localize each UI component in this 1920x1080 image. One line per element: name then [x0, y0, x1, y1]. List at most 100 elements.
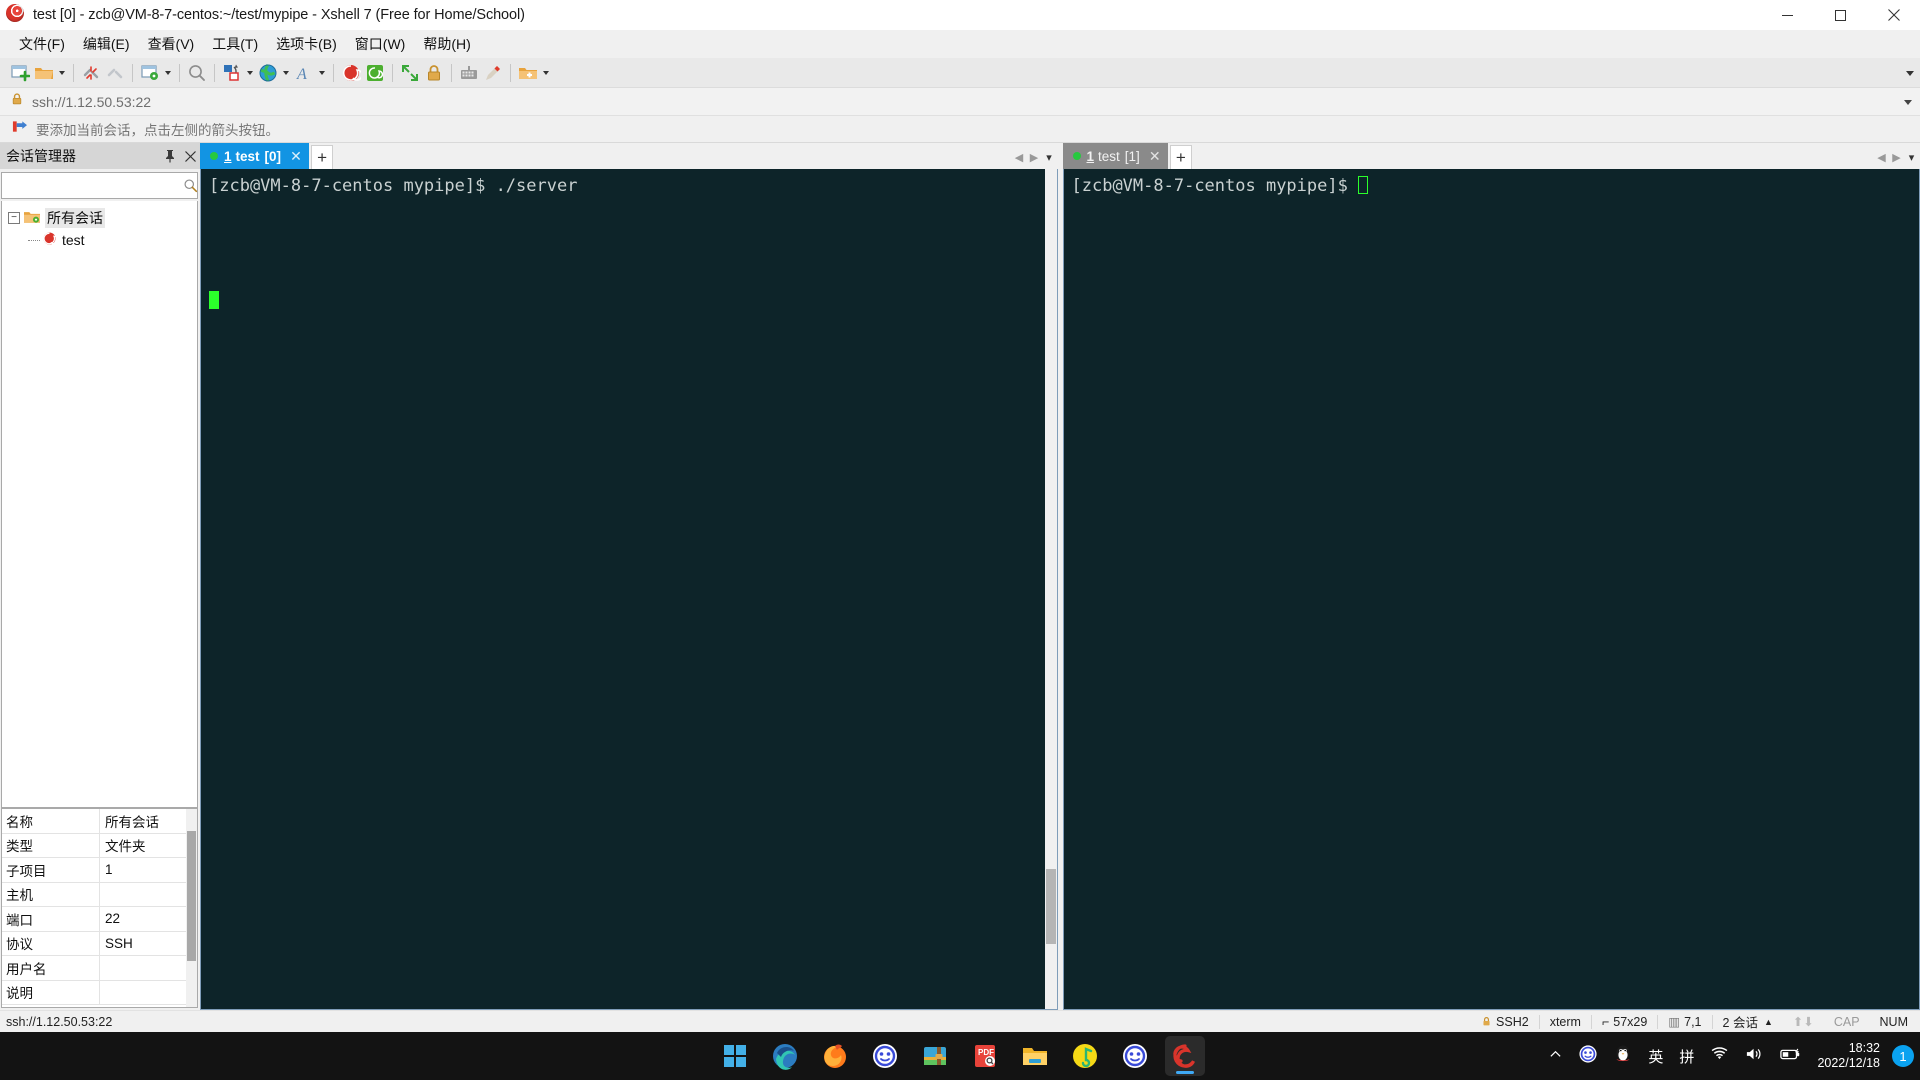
status-cursor-position[interactable]: ▥ 7,1: [1658, 1014, 1711, 1030]
status-session-count[interactable]: 2 会话 ▲: [1713, 1012, 1783, 1031]
taskbar-pdf-reader[interactable]: PDF: [965, 1036, 1005, 1076]
session-search[interactable]: [1, 172, 198, 199]
add-folder-dropdown-caret[interactable]: [540, 61, 552, 85]
toolbar-overflow-chevron-down-icon[interactable]: [1906, 58, 1914, 88]
tray-volume[interactable]: [1738, 1032, 1771, 1080]
fullscreen-icon[interactable]: [398, 61, 422, 85]
tab-scroll-left-icon[interactable]: ◀: [1013, 148, 1026, 166]
close-icon[interactable]: ✕: [287, 147, 305, 165]
keyboard-icon[interactable]: [457, 61, 481, 85]
tray-wifi[interactable]: [1703, 1032, 1736, 1080]
tray-show-hidden[interactable]: [1542, 1032, 1569, 1080]
xftp-icon[interactable]: [363, 61, 387, 85]
scrollbar-thumb[interactable]: [187, 831, 196, 961]
search-icon[interactable]: [183, 178, 198, 193]
tab-scroll-right-icon[interactable]: ▶: [1890, 148, 1903, 166]
globe-icon[interactable]: [256, 61, 280, 85]
circle-face-icon: [1578, 1044, 1598, 1068]
highlight-icon[interactable]: [481, 61, 505, 85]
tab-scroll-right-icon[interactable]: ▶: [1028, 148, 1041, 166]
disconnect-icon[interactable]: [79, 61, 103, 85]
transfer-file-dropdown-caret[interactable]: [244, 61, 256, 85]
menu-file[interactable]: 文件(F): [10, 30, 74, 58]
lock-icon[interactable]: [422, 61, 446, 85]
system-tray: 英 拼 18:32 2022/12/18 1: [1542, 1032, 1920, 1080]
globe-dropdown-caret[interactable]: [280, 61, 292, 85]
session-tree[interactable]: − 所有会话 test: [1, 201, 198, 808]
menu-view[interactable]: 查看(V): [139, 30, 204, 58]
close-button[interactable]: [1867, 0, 1920, 30]
chevron-up-icon[interactable]: ▲: [1764, 1017, 1773, 1027]
tree-item-label: 所有会话: [45, 208, 105, 228]
tree-item-test[interactable]: test: [2, 229, 197, 251]
taskbar-clock[interactable]: 18:32 2022/12/18: [1811, 1041, 1888, 1071]
status-session-label: 2 会话: [1722, 1016, 1758, 1030]
tray-ime-lang[interactable]: 英: [1641, 1032, 1670, 1080]
menu-tabs[interactable]: 选项卡(B): [267, 30, 346, 58]
address-chevron-down-icon[interactable]: [1904, 88, 1912, 116]
taskbar: PDF 英 拼 18:32 2022/12/18 1: [0, 1032, 1920, 1080]
terminal-pane-1: 1 test [1] ✕ + ◀ ▶ ▾ [zcb@VM-8-7-centos …: [1062, 143, 1920, 1010]
search-icon[interactable]: [185, 61, 209, 85]
terminal-scrollbar-0[interactable]: [1044, 169, 1057, 1009]
tab-scroll-left-icon[interactable]: ◀: [1875, 148, 1888, 166]
tab-test-1[interactable]: 1 test [1] ✕: [1062, 143, 1168, 169]
terminal-prompt: [zcb@VM-8-7-centos mypipe]$: [1071, 176, 1359, 196]
taskbar-xshell[interactable]: [1165, 1036, 1205, 1076]
tray-qq[interactable]: [1607, 1032, 1639, 1080]
status-terminal-size[interactable]: ⌐ 57x29: [1592, 1015, 1657, 1029]
pin-icon[interactable]: [160, 145, 180, 167]
status-protocol[interactable]: SSH2: [1471, 1015, 1539, 1029]
tray-browser[interactable]: [1571, 1032, 1605, 1080]
address-input[interactable]: ssh://1.12.50.53:22: [32, 94, 151, 110]
terminal-screen-1[interactable]: [zcb@VM-8-7-centos mypipe]$: [1062, 169, 1920, 1010]
new-tab-button[interactable]: +: [1169, 145, 1192, 169]
taskbar-browser-3[interactable]: [1115, 1036, 1155, 1076]
session-properties-icon[interactable]: [138, 61, 162, 85]
properties-scrollbar[interactable]: [186, 809, 197, 1007]
transfer-file-icon[interactable]: [220, 61, 244, 85]
font-icon[interactable]: A: [292, 61, 316, 85]
taskbar-browser-2[interactable]: [865, 1036, 905, 1076]
new-tab-button[interactable]: +: [311, 145, 334, 169]
taskbar-file-explorer[interactable]: [1015, 1036, 1055, 1076]
start-button[interactable]: [715, 1036, 755, 1076]
session-properties-dropdown-caret[interactable]: [162, 61, 174, 85]
open-folder-icon[interactable]: [32, 61, 56, 85]
taskbar-edge[interactable]: [765, 1036, 805, 1076]
xshell-icon[interactable]: [339, 61, 363, 85]
taskbar-qq-music[interactable]: [1065, 1036, 1105, 1076]
property-value: 所有会话: [105, 814, 159, 830]
taskbar-firefox[interactable]: [815, 1036, 855, 1076]
tab-menu-chevron-down-icon[interactable]: ▾: [1043, 148, 1056, 166]
menu-edit[interactable]: 编辑(E): [74, 30, 139, 58]
close-icon[interactable]: [180, 145, 200, 167]
terminal-screen-0[interactable]: [zcb@VM-8-7-centos mypipe]$ ./server: [200, 169, 1058, 1010]
menu-tools[interactable]: 工具(T): [203, 30, 267, 58]
close-icon[interactable]: ✕: [1146, 147, 1164, 165]
add-folder-icon[interactable]: [516, 61, 540, 85]
status-terminal-type[interactable]: xterm: [1540, 1015, 1591, 1029]
search-input[interactable]: [2, 178, 183, 193]
new-session-icon[interactable]: [8, 61, 32, 85]
menu-help[interactable]: 帮助(H): [414, 30, 479, 58]
toolbar-separator: [179, 63, 180, 82]
taskbar-winrar[interactable]: [915, 1036, 955, 1076]
addressbar[interactable]: ssh://1.12.50.53:22: [0, 88, 1920, 116]
tray-ime-pinyin[interactable]: 拼: [1672, 1032, 1701, 1080]
maximize-button[interactable]: [1814, 0, 1867, 30]
reconnect-icon[interactable]: [103, 61, 127, 85]
open-folder-dropdown-caret[interactable]: [56, 61, 68, 85]
tab-menu-chevron-down-icon[interactable]: ▾: [1905, 148, 1918, 166]
toolbar-separator: [73, 63, 74, 82]
notification-badge[interactable]: 1: [1892, 1045, 1914, 1067]
tray-battery[interactable]: [1773, 1032, 1809, 1080]
scrollbar-thumb[interactable]: [1045, 869, 1056, 944]
tree-expander[interactable]: −: [8, 212, 20, 224]
minimize-button[interactable]: [1761, 0, 1814, 30]
menu-window[interactable]: 窗口(W): [346, 30, 415, 58]
tab-test-0[interactable]: 1 test [0] ✕: [200, 143, 310, 169]
tree-item-all-sessions[interactable]: − 所有会话: [2, 207, 197, 229]
property-value: [100, 883, 197, 907]
font-dropdown-caret[interactable]: [316, 61, 328, 85]
